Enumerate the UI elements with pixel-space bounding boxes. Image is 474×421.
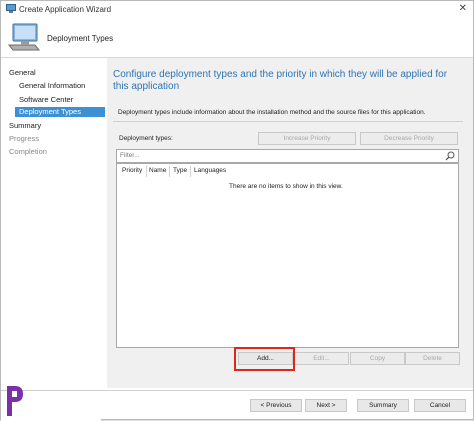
- empty-list-message: There are no items to show in this view.: [229, 183, 343, 190]
- column-header-priority[interactable]: Priority: [122, 167, 142, 174]
- increase-priority-button[interactable]: Increase Priority: [258, 132, 356, 145]
- nav-item-completion: Completion: [9, 147, 47, 156]
- column-header-languages[interactable]: Languages: [194, 167, 226, 174]
- edit-button[interactable]: Edit...: [294, 352, 349, 365]
- nav-item-general-information[interactable]: General Information: [19, 81, 85, 90]
- column-header-type[interactable]: Type: [173, 167, 187, 174]
- deployment-types-label: Deployment types:: [119, 135, 173, 142]
- brand-logo: [7, 386, 23, 416]
- filter-placeholder: Filter...: [120, 152, 140, 159]
- title-bar: Create Application Wizard ✕: [1, 1, 473, 17]
- page-description: Deployment types include information abo…: [118, 109, 426, 116]
- nav-item-deployment-types[interactable]: Deployment Types: [15, 107, 105, 117]
- filter-input[interactable]: Filter...: [116, 149, 459, 163]
- deployment-types-list[interactable]: Priority Name Type Languages There are n…: [116, 163, 459, 348]
- banner-title: Deployment Types: [47, 34, 114, 43]
- app-icon: [6, 4, 16, 13]
- nav-item-software-center[interactable]: Software Center: [19, 95, 73, 104]
- window-title: Create Application Wizard: [19, 5, 112, 14]
- delete-button[interactable]: Delete: [405, 352, 460, 365]
- nav-item-progress: Progress: [9, 134, 40, 143]
- wizard-window: Create Application Wizard ✕ Deployment T…: [0, 0, 474, 421]
- page-heading: Configure deployment types and the prior…: [113, 69, 448, 92]
- nav-item-general[interactable]: General: [9, 68, 36, 77]
- footer-divider: [1, 390, 473, 391]
- column-divider: [146, 166, 147, 177]
- column-divider: [190, 166, 191, 177]
- cancel-button[interactable]: Cancel: [414, 399, 466, 412]
- add-button-highlight: [234, 347, 295, 371]
- column-divider: [169, 166, 170, 177]
- wizard-nav: General General Information Software Cen…: [1, 58, 105, 421]
- decrease-priority-button[interactable]: Decrease Priority: [360, 132, 458, 145]
- computer-icon: [7, 23, 41, 51]
- next-button[interactable]: Next >: [305, 399, 347, 412]
- previous-button[interactable]: < Previous: [250, 399, 302, 412]
- wizard-banner: Deployment Types: [1, 17, 473, 58]
- close-icon[interactable]: ✕: [459, 3, 467, 15]
- divider: [113, 121, 463, 122]
- copy-button[interactable]: Copy: [350, 352, 405, 365]
- search-icon[interactable]: [445, 151, 455, 161]
- summary-button[interactable]: Summary: [357, 399, 409, 412]
- nav-item-summary[interactable]: Summary: [9, 121, 41, 130]
- column-header-name[interactable]: Name: [149, 167, 166, 174]
